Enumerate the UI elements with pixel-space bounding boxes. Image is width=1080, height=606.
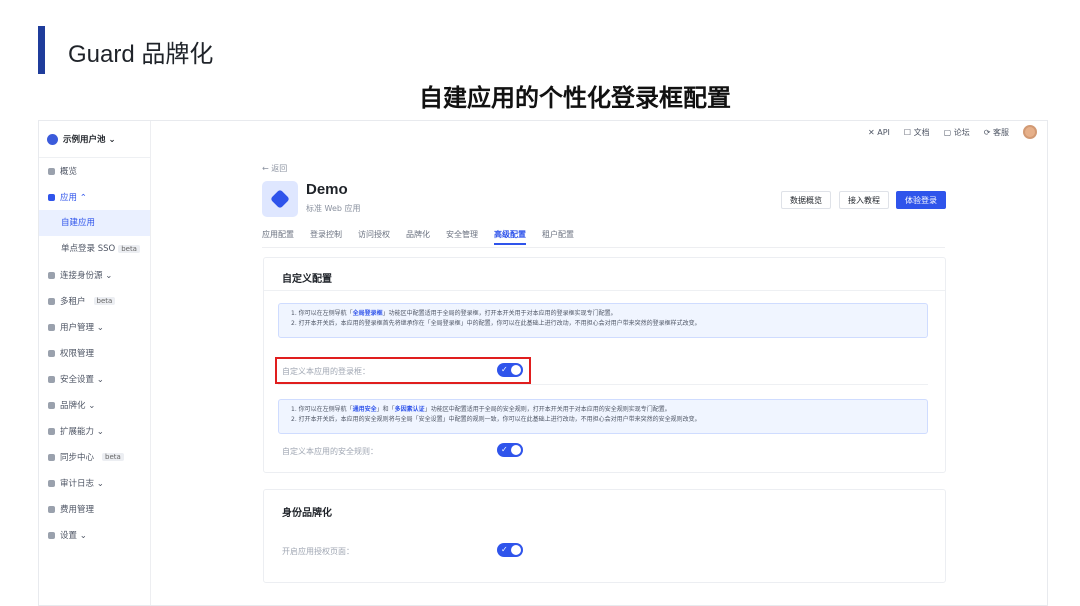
check-icon: ✓: [501, 365, 508, 374]
mfa-link[interactable]: 多因素认证: [395, 406, 425, 413]
sidebar-item-identity-sources[interactable]: 连接身份源 ⌄: [39, 262, 150, 288]
sidebar-item-sync-center[interactable]: 同步中心 beta: [39, 444, 150, 470]
auth-page-label: 开启应用授权页面：: [282, 547, 354, 556]
app-tabs: 应用配置 登录控制 访问授权 品牌化 安全管理 高级配置 租户配置: [262, 229, 574, 245]
sidebar-item-branding[interactable]: 品牌化 ⌄: [39, 392, 150, 418]
tab-app-config[interactable]: 应用配置: [262, 229, 294, 245]
app-screenshot-frame: 示例用户池 ⌄ 概览 应用 ⌃ 自建应用 单点登录 SSO beta 连接身份源 …: [38, 120, 1048, 606]
sidebar-item-users[interactable]: 用户管理 ⌄: [39, 314, 150, 340]
tab-tenant[interactable]: 租户配置: [542, 229, 574, 245]
brush-icon: [48, 401, 55, 409]
check-icon: ✓: [501, 445, 508, 454]
share-icon: [48, 271, 55, 279]
custom-security-label: 自定义本应用的安全规则：: [282, 447, 378, 456]
sidebar-item-extensions[interactable]: 扩展能力 ⌄: [39, 418, 150, 444]
data-overview-button[interactable]: 数据概览: [781, 191, 831, 209]
security-notice: 1. 你可以在左侧导航「通用安全」和「多因素认证」功能区中配置适用于全局的安全规…: [278, 399, 928, 434]
sidebar-item-security[interactable]: 安全设置 ⌄: [39, 366, 150, 392]
app-name: Demo: [306, 181, 348, 198]
sidebar: 示例用户池 ⌄ 概览 应用 ⌃ 自建应用 单点登录 SSO beta 连接身份源 …: [39, 121, 151, 605]
sidebar-item-audit-log[interactable]: 审计日志 ⌄: [39, 470, 150, 496]
notice-line: 1. 你可以在左侧导航「全局登录框」功能区中配置适用于全局的登录框，打开本开关用…: [291, 309, 915, 319]
log-icon: [48, 479, 55, 487]
docs-link[interactable]: ☐ 文档: [904, 127, 930, 138]
shield-icon: [48, 375, 55, 383]
notice-line: 1. 你可以在左侧导航「通用安全」和「多因素认证」功能区中配置适用于全局的安全规…: [291, 405, 915, 415]
beta-badge: beta: [93, 297, 116, 305]
tab-security[interactable]: 安全管理: [446, 229, 478, 245]
custom-config-title: 自定义配置: [282, 274, 332, 285]
main-content: ← 返回 Demo 标准 Web 应用 数据概览 接入教程 体验登录 应用配置 …: [151, 143, 1047, 605]
card-divider: [264, 290, 945, 291]
try-login-button[interactable]: 体验登录: [896, 191, 946, 209]
forum-link[interactable]: ▢ 论坛: [944, 127, 970, 138]
slide-headline: 自建应用的个性化登录框配置: [419, 84, 731, 112]
identity-brand-card: 身份品牌化 开启应用授权页面： ✓: [263, 489, 946, 583]
custom-security-toggle[interactable]: ✓: [497, 443, 523, 457]
general-security-link[interactable]: 通用安全: [353, 406, 377, 413]
avatar[interactable]: [1023, 125, 1037, 139]
sidebar-item-settings[interactable]: 设置 ⌄: [39, 522, 150, 548]
sync-icon: [48, 453, 55, 461]
top-bar: ✕ API ☐ 文档 ▢ 论坛 ⟳ 客服: [151, 121, 1047, 143]
sidebar-item-billing[interactable]: 费用管理: [39, 496, 150, 522]
custom-login-box-label: 自定义本应用的登录框：: [282, 367, 370, 376]
apps-icon: [48, 193, 55, 201]
check-icon: ✓: [501, 545, 508, 554]
custom-config-card: 自定义配置 1. 你可以在左侧导航「全局登录框」功能区中配置适用于全局的登录框，…: [263, 257, 946, 473]
notice-text: 」功能区中配置适用于全局的登录框，打开本开关用于对本应用的登录框实现专门配置。: [382, 310, 617, 317]
sidebar-item-multi-tenant[interactable]: 多租户 beta: [39, 288, 150, 314]
extend-icon: [48, 427, 55, 435]
global-login-box-link[interactable]: 全局登录框: [353, 310, 383, 317]
support-link[interactable]: ⟳ 客服: [984, 127, 1009, 138]
pool-shield-icon: [47, 133, 58, 145]
beta-badge: beta: [102, 453, 124, 461]
pool-name: 示例用户池 ⌄: [63, 135, 116, 145]
notice-text: 1. 你可以在左侧导航「: [291, 406, 353, 413]
auth-page-toggle[interactable]: ✓: [497, 543, 523, 557]
dashboard-icon: [48, 167, 55, 175]
app-type: 标准 Web 应用: [306, 204, 361, 213]
app-logo-icon: [262, 181, 298, 217]
back-link[interactable]: ← 返回: [262, 163, 287, 174]
notice-line: 2. 打开本开关后，本应用的登录框首先将继承你在「全局登录框」中的配置，你可以在…: [291, 320, 701, 327]
beta-badge: beta: [118, 245, 140, 253]
lock-icon: [48, 349, 55, 357]
sidebar-item-permissions[interactable]: 权限管理: [39, 340, 150, 366]
notice-line: 2. 打开本开关后，本应用的安全规则将与全局「安全设置」中配置的规则一致，你可以…: [291, 416, 701, 423]
toggle-knob: [511, 445, 521, 455]
tab-advanced[interactable]: 高级配置: [494, 229, 526, 245]
sidebar-item-self-built-apps[interactable]: 自建应用: [39, 210, 150, 236]
api-link[interactable]: ✕ API: [868, 128, 890, 137]
toggle-knob: [511, 545, 521, 555]
sidebar-item-sso[interactable]: 单点登录 SSO beta: [39, 236, 150, 262]
tenant-icon: [48, 297, 55, 305]
field-divider: [278, 384, 928, 385]
sidebar-item-overview[interactable]: 概览: [39, 158, 150, 184]
tutorial-button[interactable]: 接入教程: [839, 191, 889, 209]
billing-icon: [48, 505, 55, 513]
tab-branding[interactable]: 品牌化: [406, 229, 430, 245]
tab-login-control[interactable]: 登录控制: [310, 229, 342, 245]
gear-icon: [48, 531, 55, 539]
users-icon: [48, 323, 55, 331]
notice-text: 」和「: [376, 406, 395, 413]
identity-brand-title: 身份品牌化: [282, 508, 332, 519]
notice-text: 」功能区中配置适用于全局的安全规则，打开本开关用于对本应用的安全规则实现专门配置…: [424, 406, 671, 413]
tabs-divider: [262, 247, 945, 248]
notice-text: 1. 你可以在左侧导航「: [291, 310, 353, 317]
login-box-notice: 1. 你可以在左侧导航「全局登录框」功能区中配置适用于全局的登录框，打开本开关用…: [278, 303, 928, 338]
sidebar-item-apps[interactable]: 应用 ⌃: [39, 184, 150, 210]
toggle-knob: [511, 365, 521, 375]
title-accent-bar: [38, 26, 45, 74]
user-pool-selector[interactable]: 示例用户池 ⌄: [39, 121, 150, 158]
slide-title: Guard 品牌化: [68, 41, 214, 68]
custom-login-box-toggle[interactable]: ✓: [497, 363, 523, 377]
tab-access-auth[interactable]: 访问授权: [358, 229, 390, 245]
